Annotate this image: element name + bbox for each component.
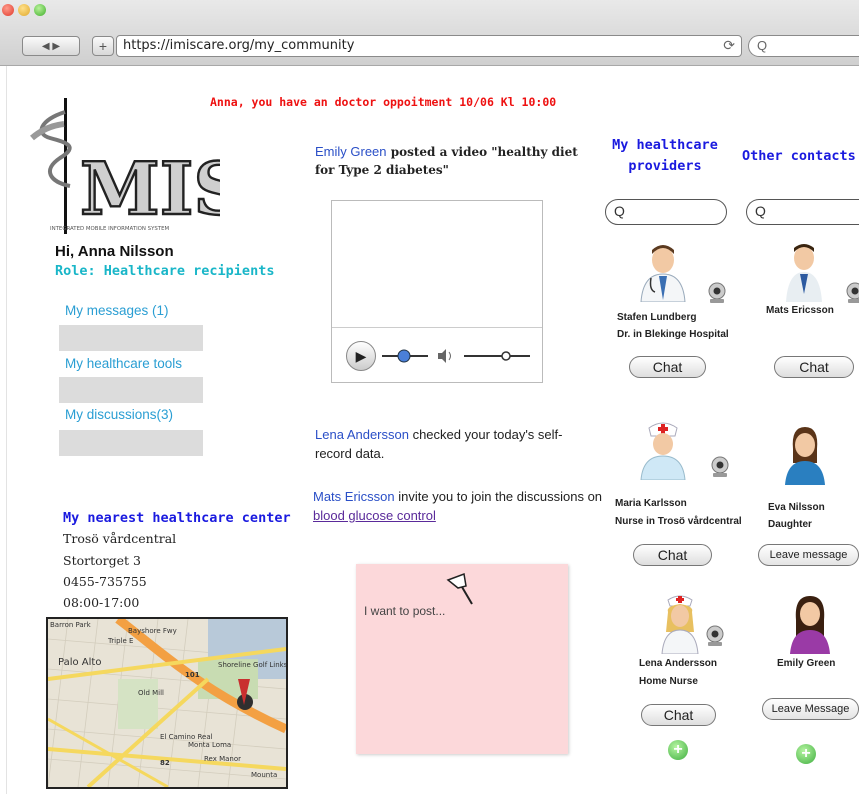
contact-detail: Nurse in Trosö vårdcentral <box>615 516 742 527</box>
map-label: Bayshore Fwy <box>128 627 177 635</box>
menu-item-bar <box>59 325 203 351</box>
map-label: Monta Loma <box>188 741 231 749</box>
zoom-window-button[interactable] <box>34 4 46 16</box>
post-placeholder: I want to post... <box>364 604 446 618</box>
contact-name: Mats Ericsson <box>766 305 834 316</box>
map-label: Barron Park <box>50 621 92 629</box>
chat-button[interactable]: Chat <box>633 544 712 566</box>
map-graphic: Barron Park Triple E Palo Alto 101 Shore… <box>48 619 286 787</box>
add-bookmark-button[interactable]: + <box>92 36 114 56</box>
providers-heading-line: providers <box>628 158 702 174</box>
progress-knob <box>397 349 411 363</box>
map-label: Shoreline Golf Links <box>218 661 286 669</box>
my-healthcare-tools-link[interactable]: My healthcare tools <box>65 356 182 371</box>
volume-knob <box>501 351 511 361</box>
contact-detail: Home Nurse <box>639 676 698 687</box>
man-avatar-icon <box>786 244 822 302</box>
play-button[interactable]: ▶ <box>346 341 376 371</box>
center-name: Trosö vårdcentral <box>63 531 177 546</box>
pushpin-icon <box>446 572 473 605</box>
map-label: Palo Alto <box>58 657 101 668</box>
url-bar[interactable]: https://imiscare.org/my_community ⟳ <box>116 35 742 57</box>
feed-item-checked: Lena Andersson checked your today's self… <box>315 425 585 463</box>
discussion-link[interactable]: blood glucose control <box>313 508 436 523</box>
url-text: https://imiscare.org/my_community <box>123 38 355 53</box>
browser-search-input[interactable]: Q <box>748 35 859 57</box>
chat-button[interactable]: Chat <box>641 704 716 726</box>
chat-button[interactable]: Chat <box>629 356 706 378</box>
center-address: Stortorget 3 <box>63 553 141 568</box>
providers-search-input[interactable]: Q <box>605 199 727 225</box>
my-discussions-link[interactable]: My discussions(3) <box>65 407 173 422</box>
video-sliders[interactable] <box>382 346 532 366</box>
add-contact-icon[interactable]: + <box>796 744 816 764</box>
home-nurse-avatar-icon <box>661 595 699 654</box>
my-messages-link[interactable]: My messages (1) <box>65 303 169 318</box>
nurse-avatar-icon <box>640 422 686 480</box>
page-edge <box>6 66 7 794</box>
webcam-icon[interactable] <box>710 456 730 478</box>
chat-button[interactable]: Chat <box>774 356 854 378</box>
video-controls: ▶ <box>332 327 542 382</box>
providers-heading: My healthcare providers <box>606 135 724 177</box>
other-contacts-heading: Other contacts <box>742 148 856 164</box>
video-player[interactable]: ▶ <box>331 200 543 383</box>
contact-name: Eva Nilsson <box>768 502 825 513</box>
appointment-alert: Anna, you have an doctor oppoitment 10/0… <box>210 95 557 109</box>
close-window-button[interactable] <box>2 4 14 16</box>
browser-toolbar: ◀ ▶ + https://imiscare.org/my_community … <box>0 0 859 66</box>
map-label: El Camino Real <box>160 733 213 741</box>
center-phone: 0455-735755 <box>63 574 147 589</box>
leave-message-button[interactable]: Leave message <box>758 544 859 566</box>
map-label: Mounta <box>251 771 277 779</box>
contact-detail: Daughter <box>768 519 812 530</box>
volume-icon <box>438 349 446 363</box>
leave-message-button[interactable]: Leave Message <box>762 698 859 720</box>
webcam-icon[interactable] <box>707 282 727 304</box>
map-label: Triple E <box>107 637 133 645</box>
add-contact-icon[interactable]: + <box>668 740 688 760</box>
search-icon: Q <box>757 38 768 53</box>
map-label: 82 <box>160 759 170 767</box>
woman-avatar-icon <box>790 596 830 654</box>
doctor-avatar-icon <box>640 245 686 302</box>
user-role: Role: Healthcare recipients <box>55 263 275 279</box>
search-icon: Q <box>755 203 766 219</box>
logo-tagline: INTEGRATED MOBILE INFORMATION SYSTEM <box>50 226 169 232</box>
contact-name: Lena Andersson <box>639 658 717 669</box>
search-icon: Q <box>614 203 625 219</box>
logo-text: MIS <box>80 146 220 231</box>
feed-author-link[interactable]: Lena Andersson <box>315 427 409 442</box>
feed-author-link[interactable]: Emily Green <box>315 144 387 159</box>
feed-item-invite: Mats Ericsson invite you to join the dis… <box>313 487 613 525</box>
webcam-icon[interactable] <box>705 625 725 647</box>
webcam-icon[interactable] <box>845 282 859 304</box>
feed-text: invite you to join the discussions on <box>394 489 603 504</box>
reload-icon[interactable]: ⟳ <box>723 38 735 54</box>
menu-item-bar <box>59 430 203 456</box>
contact-detail: Dr. in Blekinge Hospital <box>617 329 729 340</box>
map-label: Old Mill <box>138 689 164 697</box>
map-label: 101 <box>185 671 200 679</box>
providers-heading-line: My healthcare <box>612 137 718 153</box>
user-greeting: Hi, Anna Nilsson <box>55 243 174 260</box>
center-hours: 08:00-17:00 <box>63 595 140 610</box>
minimize-window-button[interactable] <box>18 4 30 16</box>
menu-item-bar <box>59 377 203 403</box>
contacts-search-input[interactable]: Q <box>746 199 859 225</box>
contact-name: Maria Karlsson <box>615 498 687 509</box>
contact-name: Emily Green <box>777 658 836 669</box>
contact-name: Stafen Lundberg <box>617 312 697 323</box>
map-label: Rex Manor <box>204 755 241 763</box>
map[interactable]: Barron Park Triple E Palo Alto 101 Shore… <box>46 617 288 789</box>
imis-logo: MIS INTEGRATED MOBILE INFORMATION SYSTEM <box>30 98 220 234</box>
post-input[interactable]: I want to post... <box>356 564 568 754</box>
feed-item-video: Emily Green posted a video "healthy diet… <box>315 143 595 179</box>
back-forward-buttons[interactable]: ◀ ▶ <box>22 36 80 56</box>
woman-avatar-icon <box>785 427 825 485</box>
nearest-center-heading: My nearest healthcare center <box>63 510 291 526</box>
feed-author-link[interactable]: Mats Ericsson <box>313 489 395 504</box>
